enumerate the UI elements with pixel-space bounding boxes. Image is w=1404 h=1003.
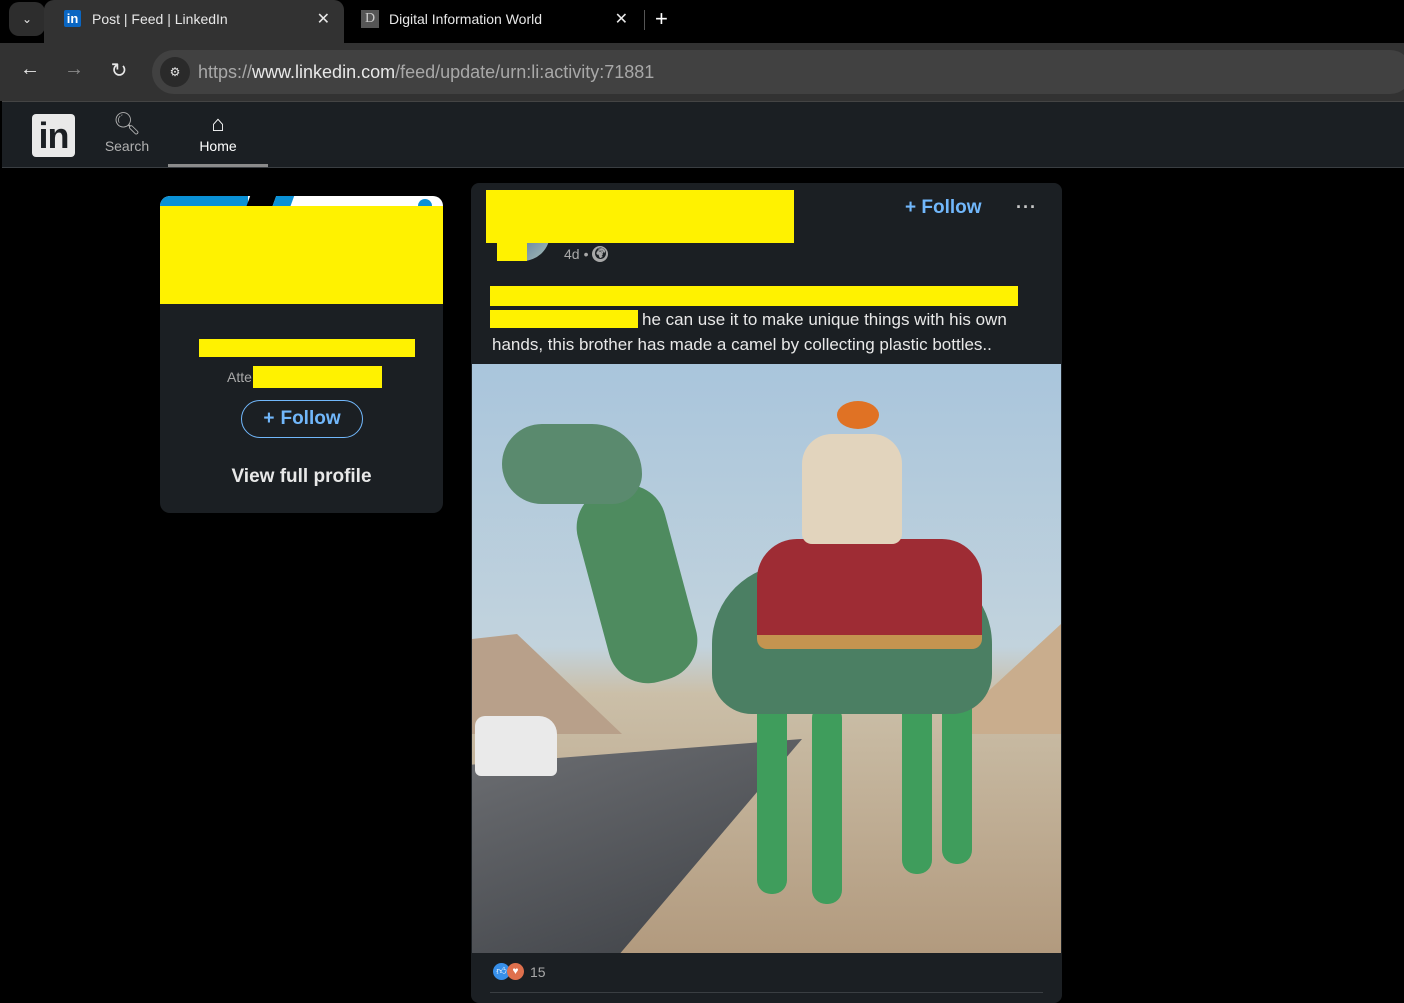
new-tab-button[interactable]: + [655, 6, 668, 32]
browser-tab-strip: ⌄ in Post | Feed | LinkedIn ✕ D Digital … [0, 0, 1404, 43]
chevron-down-icon: ⌄ [21, 12, 33, 26]
tab-separator [644, 10, 645, 30]
plus-icon: + [905, 197, 917, 218]
image-camel-leg [757, 694, 787, 894]
image-car [475, 716, 557, 776]
nav-home[interactable]: ⌂ Home [168, 110, 268, 154]
tab-linkedin[interactable]: in Post | Feed | LinkedIn ✕ [44, 0, 344, 43]
redacted-name [199, 339, 415, 357]
post-follow-button[interactable]: + Follow [905, 197, 982, 219]
redacted-author-name [486, 190, 794, 243]
globe-icon: 🌍︎ [592, 246, 609, 262]
reaction-count: 15 [530, 963, 546, 980]
redacted-avatar-area [160, 206, 443, 304]
image-camel-leg [812, 704, 842, 904]
post-image[interactable] [472, 364, 1061, 953]
feed-post: + Follow ··· 4d • 🌍︎ n he can use it to … [471, 183, 1062, 1003]
url-text[interactable]: https://www.linkedin.com/feed/update/urn… [198, 62, 654, 83]
search-icon: 🔍︎ [113, 111, 141, 136]
linkedin-header: in 🔍︎ Search ⌂ Home [2, 101, 1404, 168]
url-scheme: https:// [198, 62, 253, 82]
view-full-profile-link[interactable]: View full profile [160, 466, 443, 488]
meta-separator: • [583, 246, 589, 262]
back-button[interactable]: ← [16, 58, 44, 81]
nav-search-label: Search [104, 138, 150, 154]
divider [490, 992, 1043, 993]
redacted-text-line-2 [490, 310, 638, 328]
linkedin-favicon-icon: in [64, 10, 81, 27]
site-info-icon[interactable]: ⚙ [160, 57, 190, 87]
url-host: www.linkedin.com [252, 62, 396, 82]
image-camel-head [502, 424, 642, 504]
close-tab-icon[interactable]: ✕ [615, 9, 628, 29]
post-age: 4d [564, 246, 580, 262]
url-path: /feed/update/urn:li:activity:71881 [395, 62, 655, 82]
forward-button[interactable]: → [60, 58, 88, 81]
diw-favicon-icon: D [361, 10, 379, 28]
profile-follow-button[interactable]: + Follow [241, 400, 363, 438]
follow-label: Follow [921, 197, 982, 218]
close-tab-icon[interactable]: ✕ [317, 9, 330, 29]
post-text-line-3: hands, this brother has made a camel by … [492, 335, 992, 354]
more-options-icon[interactable]: ··· [1016, 197, 1037, 218]
nav-search[interactable]: 🔍︎ Search [98, 110, 156, 154]
home-icon: ⌂ [211, 111, 225, 136]
follow-label: Follow [280, 408, 341, 429]
tab-digital-information-world[interactable]: D Digital Information World ✕ [345, 0, 640, 43]
tab-search-button[interactable]: ⌄ [9, 2, 45, 36]
reactions-summary[interactable]: 👍︎ ♥ 15 [493, 963, 546, 980]
tab-title: Digital Information World [389, 11, 543, 27]
redacted-text-line-1 [490, 286, 1018, 306]
post-meta: 4d • 🌍︎ [564, 246, 609, 262]
image-camel-neck [567, 475, 707, 693]
plus-icon: + [263, 408, 275, 429]
love-reaction-icon: ♥ [507, 963, 524, 980]
tab-title: Post | Feed | LinkedIn [92, 11, 228, 27]
profile-headline: Atte [227, 369, 252, 385]
redacted-avatar [497, 241, 527, 261]
redacted-headline [253, 366, 382, 388]
address-bar[interactable]: ⚙ https://www.linkedin.com/feed/update/u… [152, 50, 1404, 94]
image-man [802, 434, 902, 544]
reload-button[interactable]: ↻ [105, 58, 133, 83]
image-turban [837, 401, 879, 429]
author-profile-card: Atte + Follow View full profile [160, 196, 443, 513]
image-saddle [757, 539, 982, 649]
linkedin-logo[interactable]: in [32, 114, 75, 157]
active-nav-indicator [168, 164, 268, 167]
nav-home-label: Home [199, 138, 237, 154]
browser-toolbar: ← → ↻ ⚙ https://www.linkedin.com/feed/up… [0, 43, 1404, 101]
